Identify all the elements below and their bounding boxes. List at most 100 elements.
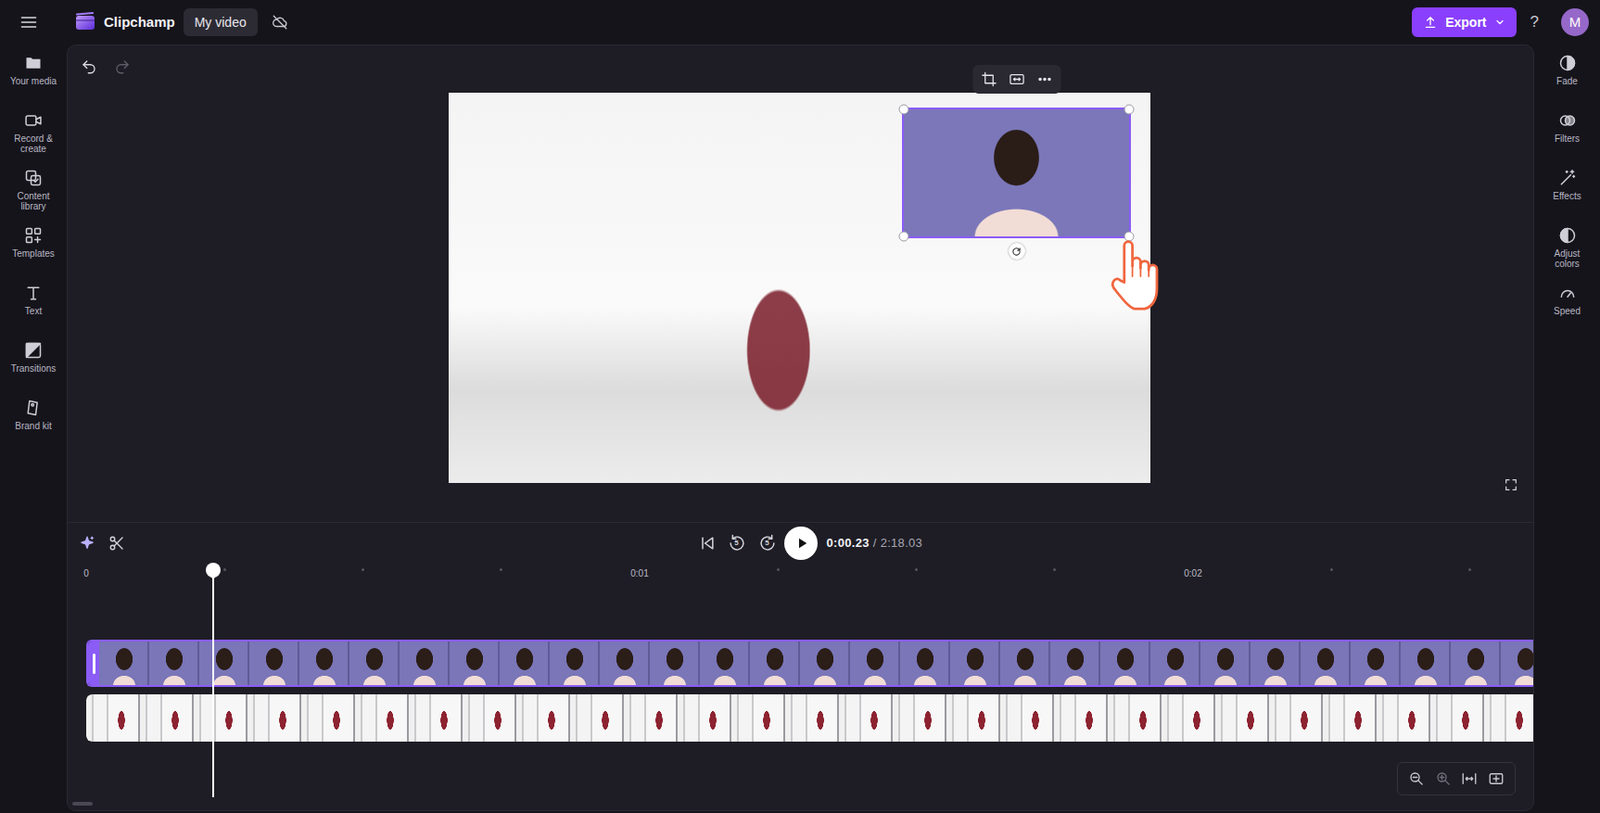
timeline-track[interactable] (86, 639, 1534, 687)
app-logo[interactable]: Clipchamp (74, 11, 176, 34)
sidebar-item[interactable]: Content library (0, 166, 67, 225)
more-icon (1036, 71, 1053, 88)
ruler-dot (223, 568, 227, 572)
fit-icon (1008, 71, 1025, 88)
undo-button[interactable] (80, 58, 98, 76)
ruler-segment: 0:02 (1193, 568, 1535, 580)
play-icon (793, 534, 811, 552)
help-button[interactable]: ? (1530, 10, 1539, 35)
left-sidebar: Your mediaRecord & create Content library… (0, 44, 67, 813)
redo-button[interactable] (114, 58, 131, 76)
crop-button[interactable] (980, 71, 997, 88)
fit-screen-icon (1487, 770, 1505, 788)
ruler-dot (1330, 568, 1334, 572)
rewind-seconds: 5 (726, 533, 748, 554)
forward-button[interactable]: 5 (757, 533, 778, 554)
sidebar-item-label: Brand kit (14, 420, 51, 432)
clip-thumbnails (99, 641, 1534, 686)
chevron-down-icon (1494, 16, 1506, 28)
video-preview[interactable] (448, 92, 1151, 483)
sidebar-item-label: Content library (9, 190, 59, 212)
zoom-out-button[interactable] (1408, 770, 1425, 788)
sidebar-item-label: Fade (1556, 76, 1578, 87)
magic-button[interactable] (78, 534, 96, 552)
ruler-dot (914, 568, 918, 572)
sidebar-item[interactable]: Adjust colors (1534, 224, 1600, 282)
playhead-line (212, 571, 215, 798)
effects-icon (1558, 168, 1577, 188)
playhead-knob[interactable] (205, 562, 221, 578)
ruler-segment: 0 (86, 568, 640, 580)
sidebar-item[interactable]: Effects (1534, 166, 1600, 225)
horizontal-scrollbar[interactable] (72, 801, 93, 806)
timeline-track[interactable] (86, 694, 1534, 742)
sidebar-item[interactable]: Fade (1534, 51, 1600, 110)
skip-back-icon (698, 533, 717, 553)
redo-icon (114, 58, 131, 76)
account-avatar[interactable]: M (1561, 8, 1589, 37)
ruler-label: 0:01 (630, 568, 648, 580)
time-ruler[interactable]: 0 0:01 0:02 (86, 562, 1534, 585)
track-list (86, 639, 1534, 742)
top-bar: Clipchamp My video Export ? M (0, 0, 1600, 45)
adjust-icon (1558, 226, 1577, 245)
project-name[interactable]: My video (183, 8, 258, 38)
resize-handle[interactable] (1124, 104, 1135, 115)
resize-handle[interactable] (899, 231, 910, 242)
more-button[interactable] (1036, 71, 1053, 88)
preview-area (67, 45, 1534, 522)
crop-icon (980, 71, 997, 88)
menu-button[interactable] (19, 12, 39, 32)
transport-bar: 5 5 0:00.23 / 2:18.03 (67, 521, 1534, 563)
resize-handle[interactable] (1124, 231, 1135, 242)
speed-icon (1558, 283, 1577, 303)
fade-icon (1558, 53, 1577, 73)
zoom-out-icon (1408, 770, 1425, 788)
zoom-in-button[interactable] (1434, 770, 1452, 788)
sidebar-item[interactable]: Filters (1534, 109, 1600, 167)
hand-icon (1105, 235, 1168, 318)
ruler-dot (1053, 568, 1056, 572)
export-button[interactable]: Export (1411, 7, 1516, 38)
clip-toolbar (972, 64, 1061, 94)
expand-timeline-button[interactable] (1487, 770, 1505, 788)
sidebar-item[interactable]: Your media (0, 51, 67, 110)
current-time: 0:00.23 (826, 533, 870, 553)
fullscreen-icon (1503, 477, 1519, 493)
ruler-label: 0:02 (1183, 568, 1202, 580)
sidebar-item-label: Speed (1553, 305, 1581, 317)
trim-handle-bar (92, 653, 96, 674)
split-button[interactable] (108, 534, 126, 552)
sidebar-item-label: Transitions (11, 363, 57, 374)
time-separator: / (873, 533, 877, 553)
sidebar-item[interactable]: Text (0, 281, 67, 340)
rotate-handle[interactable] (1008, 242, 1026, 260)
total-time: 2:18.03 (880, 533, 923, 553)
fullscreen-button[interactable] (1503, 477, 1519, 493)
sidebar-item[interactable]: Brand kit (0, 396, 67, 455)
resize-handle[interactable] (899, 104, 910, 115)
fit-button[interactable] (1008, 71, 1025, 88)
rewind-button[interactable]: 5 (726, 533, 748, 554)
sidebar-item-label: Filters (1554, 133, 1580, 144)
trim-handle[interactable] (88, 641, 100, 686)
sidebar-item[interactable]: Templates (0, 224, 67, 282)
undo-icon (80, 58, 98, 76)
zoom-controls (1396, 761, 1516, 796)
camera-icon (24, 111, 43, 130)
sidebar-item[interactable]: Record & create (0, 109, 67, 167)
zoom-in-icon (1434, 770, 1452, 788)
skip-to-start-button[interactable] (698, 533, 717, 553)
sidebar-item[interactable]: Speed (1534, 281, 1600, 340)
scissors-icon (108, 534, 126, 552)
fit-timeline-button[interactable] (1460, 770, 1478, 788)
ruler-dot (361, 568, 365, 572)
play-button[interactable] (784, 526, 818, 560)
ruler-label: 0 (83, 568, 89, 580)
filters-icon (1558, 111, 1577, 130)
app-name: Clipchamp (103, 12, 176, 34)
sidebar-item-label: Templates (12, 248, 55, 259)
overlay-clip[interactable] (903, 109, 1130, 237)
sidebar-item[interactable]: Transitions (0, 339, 67, 397)
logo-icon (74, 11, 97, 34)
